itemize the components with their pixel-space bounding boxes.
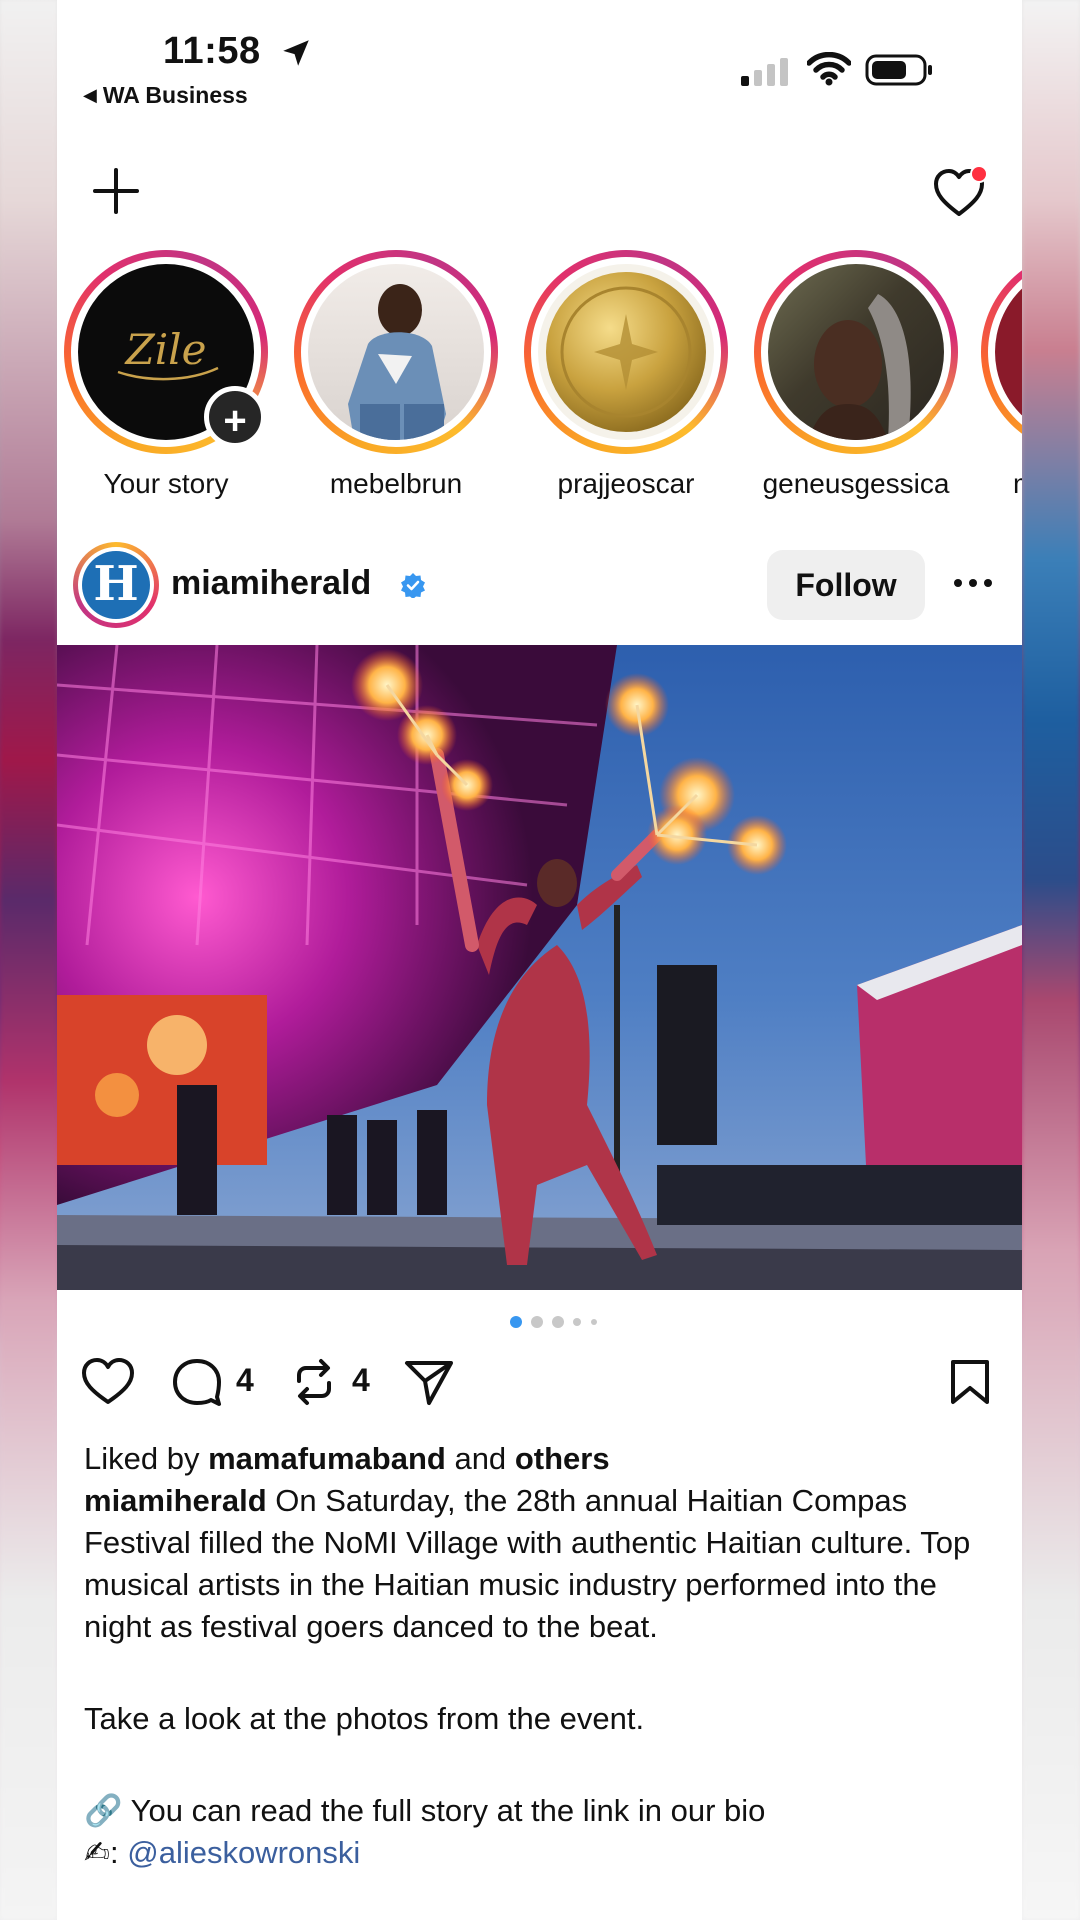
background-blur-left bbox=[0, 0, 57, 1920]
story-username: mebelbrun bbox=[329, 468, 463, 499]
story-item-prajjeoscar[interactable]: prajjeoscar bbox=[521, 250, 731, 500]
story-ring: Zile + bbox=[64, 250, 268, 454]
person-photo bbox=[348, 284, 446, 440]
carousel-dot bbox=[591, 1319, 597, 1325]
story-avatar-portrait bbox=[768, 264, 944, 440]
mention-link[interactable]: @alieskowronski bbox=[127, 1835, 360, 1870]
verified-badge-icon bbox=[401, 573, 425, 598]
post-caption: Liked by mamafumaband and others miamihe… bbox=[84, 1438, 999, 1874]
post-username[interactable]: miamiherald bbox=[171, 564, 371, 603]
carousel-dot bbox=[573, 1318, 581, 1326]
miamiherald-logo-icon: H bbox=[82, 551, 150, 619]
location-arrow-icon bbox=[283, 40, 309, 66]
story-item-your-story[interactable]: Zile + Your story bbox=[61, 250, 271, 500]
story-item-geneusgessica[interactable]: geneusgessica bbox=[751, 250, 961, 500]
story-ring bbox=[524, 250, 728, 454]
story-avatar-coin bbox=[538, 264, 714, 440]
follow-button[interactable]: Follow bbox=[767, 550, 925, 620]
story-username: Your story bbox=[103, 468, 229, 499]
story-username: prajjeoscar bbox=[557, 468, 695, 499]
cellular-signal-icon bbox=[741, 58, 788, 86]
caption-line4: ✍: @alieskowronski bbox=[84, 1832, 999, 1874]
carousel-dot bbox=[552, 1316, 564, 1328]
liked-by-line: Liked by mamafumaband and others bbox=[84, 1438, 999, 1480]
story-ring bbox=[981, 250, 1022, 454]
caption-body: miamiherald On Saturday, the 28th annual… bbox=[84, 1480, 999, 1648]
caption-username-link[interactable]: miamiherald bbox=[84, 1483, 267, 1518]
caption-line3: 🔗 You can read the full story at the lin… bbox=[84, 1790, 999, 1832]
wifi-icon bbox=[807, 52, 851, 86]
notifications-heart-icon[interactable] bbox=[933, 164, 989, 220]
story-ring bbox=[294, 250, 498, 454]
create-post-icon[interactable] bbox=[93, 168, 139, 214]
avatar: H bbox=[78, 547, 154, 623]
carousel-dot-active bbox=[510, 1316, 522, 1328]
status-time: 11:58 bbox=[163, 30, 261, 72]
post-photo[interactable] bbox=[57, 645, 1022, 1290]
story-ring bbox=[754, 250, 958, 454]
liked-others-link[interactable]: others bbox=[515, 1441, 610, 1476]
writing-hand-emoji-icon: ✍ bbox=[84, 1835, 110, 1870]
repost-icon[interactable] bbox=[289, 1357, 339, 1407]
story-item-partial[interactable]: m bbox=[981, 250, 1022, 500]
back-to-app-link[interactable]: ◀ WA Business bbox=[83, 82, 248, 109]
liked-by-user-link[interactable]: mamafumaband bbox=[208, 1441, 446, 1476]
share-send-icon[interactable] bbox=[403, 1357, 455, 1407]
woman-portrait-photo bbox=[808, 294, 911, 440]
zile-logo-text: Zile bbox=[124, 325, 207, 374]
liked-conj: and bbox=[454, 1441, 507, 1476]
back-caret-icon: ◀ bbox=[83, 85, 97, 105]
battery-icon bbox=[865, 54, 932, 86]
post-header: H miamiherald Follow bbox=[57, 540, 1022, 632]
caption-separator: : bbox=[109, 1835, 119, 1870]
back-app-label: WA Business bbox=[102, 82, 248, 108]
phone-screen: 11:58 ◀ WA Business Zile + Your story me… bbox=[57, 0, 1022, 1920]
liked-prefix: Liked by bbox=[84, 1441, 200, 1476]
repost-count: 4 bbox=[352, 1362, 370, 1398]
caption-line3-text: You can read the full story at the link … bbox=[130, 1793, 766, 1828]
link-emoji-icon: 🔗 bbox=[84, 1793, 123, 1828]
festival-fire-dancer-photo bbox=[57, 645, 1022, 1290]
story-avatar-photo bbox=[308, 264, 484, 440]
stories-tray[interactable]: Zile + Your story mebelbrun prajjeoscar … bbox=[57, 250, 1022, 510]
save-bookmark-icon[interactable] bbox=[949, 1358, 991, 1406]
story-username: geneusgessica bbox=[762, 468, 950, 499]
background-blur-right bbox=[1022, 0, 1080, 1920]
carousel-dot bbox=[531, 1316, 543, 1328]
comment-bubble-icon[interactable] bbox=[171, 1357, 223, 1407]
story-username: m bbox=[981, 468, 1022, 500]
story-item-mebelbrun[interactable]: mebelbrun bbox=[291, 250, 501, 500]
more-options-icon[interactable] bbox=[953, 578, 993, 588]
add-story-badge-icon[interactable]: + bbox=[204, 386, 266, 448]
post-avatar-ring[interactable]: H bbox=[73, 542, 159, 628]
gold-coin-image bbox=[546, 272, 706, 432]
comment-count: 4 bbox=[236, 1362, 254, 1398]
like-heart-icon[interactable] bbox=[81, 1356, 135, 1406]
caption-line2: Take a look at the photos from the event… bbox=[84, 1701, 645, 1736]
story-avatar-partial bbox=[995, 264, 1022, 440]
